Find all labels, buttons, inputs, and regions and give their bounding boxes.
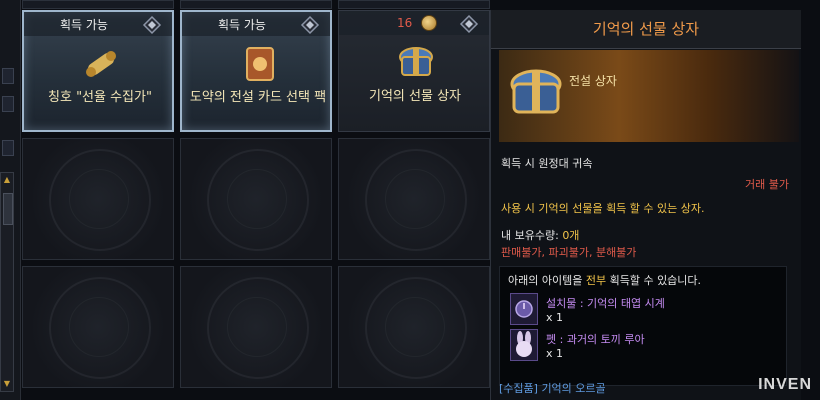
sidebar-tab[interactable] [2,68,14,84]
clock-icon [510,293,538,325]
empty-slot[interactable] [338,138,490,260]
reward-qty: x 1 [546,311,564,324]
obtainable-tag: 획득 가능 [218,18,266,32]
rank-badge-icon [300,15,320,35]
item-grade: 전설 상자 [569,74,617,88]
scroll-down-icon[interactable]: ▼ [2,379,12,389]
sidebar-tab[interactable] [2,96,14,112]
owned-quantity: 내 보유수량: 0개 [501,227,579,243]
reward-title-post: 획득할 수 있습니다. [606,274,702,287]
reward-item[interactable]: 펫 : 과거의 토끼 루아 x 1 [510,329,780,365]
empty-slot[interactable] [180,138,332,260]
scrollbar[interactable]: ▲ ▼ [0,172,14,392]
scroll-thumb[interactable] [3,193,13,225]
scroll-up-icon[interactable]: ▲ [2,175,12,185]
card-pack-icon [246,47,274,81]
scroll-item-icon [86,51,116,77]
empty-slot[interactable] [180,266,332,388]
restriction-flags: 판매불가, 파괴불가, 분해불가 [501,246,637,259]
reward-name: 설치물 : 기억의 태엽 시계 [546,297,665,310]
reward-box: 아래의 아이템을 전부 획득할 수 있습니다. 설치물 : 기억의 태엽 시계 … [499,266,787,386]
rabbit-pet-icon [510,329,538,361]
item-slot-title[interactable]: 획득 가능 칭호 "선율 수집가" [22,10,174,132]
panel-title: 기억의 선물 상자 [491,10,801,49]
item-name: 칭호 "선율 수집가" [48,90,152,105]
gift-box-icon [399,47,433,76]
inven-watermark: INVEN [758,376,812,393]
item-name: 도약의 전설 카드 선택 팩 [189,90,327,105]
obtainable-tag: 획득 가능 [60,18,108,32]
grid-top-bars [22,0,490,9]
empty-slot[interactable] [338,266,490,388]
collectible-link[interactable]: [수집품] 기억의 오르골 [499,380,606,396]
item-count: 16 [397,16,413,30]
owned-value: 0개 [562,229,580,242]
bind-text: 획득 시 원정대 귀속 [501,157,593,170]
left-sidebar-strip: ▲ ▼ [0,0,21,400]
empty-slot[interactable] [22,266,174,388]
empty-slot[interactable] [22,138,174,260]
reward-name: 펫 : 과거의 토끼 루아 [546,333,645,346]
inventory-grid: 획득 가능 칭호 "선율 수집가" 획득 가능 도약의 전설 카드 선택 팩 1… [22,0,490,400]
item-slot-gift-box[interactable]: 16 기억의 선물 상자 [338,10,490,132]
sidebar-tab[interactable] [2,140,14,156]
gift-box-icon [510,69,562,114]
reward-item[interactable]: 설치물 : 기억의 태엽 시계 x 1 [510,293,780,329]
rank-badge-icon [459,14,479,34]
reward-title-highlight: 전부 [585,274,607,287]
item-hero-banner: 전설 상자 [499,50,799,142]
reward-title-pre: 아래의 아이템을 [508,274,586,287]
item-description: 사용 시 기억의 선물을 획득 할 수 있는 상자. [501,202,705,215]
item-slot-card-pack[interactable]: 획득 가능 도약의 전설 카드 선택 팩 [180,10,332,132]
reward-box-title: 아래의 아이템을 전부 획득할 수 있습니다. [508,272,701,288]
item-name: 기억의 선물 상자 [369,89,461,104]
rank-badge-icon [142,15,162,35]
owned-label: 내 보유수량: [501,229,563,242]
item-detail-panel: 기억의 선물 상자 전설 상자 획득 시 원정대 귀속 거래 불가 사용 시 기… [490,10,801,400]
coin-icon [421,15,437,31]
trade-status: 거래 불가 [745,178,789,191]
reward-qty: x 1 [546,347,564,360]
